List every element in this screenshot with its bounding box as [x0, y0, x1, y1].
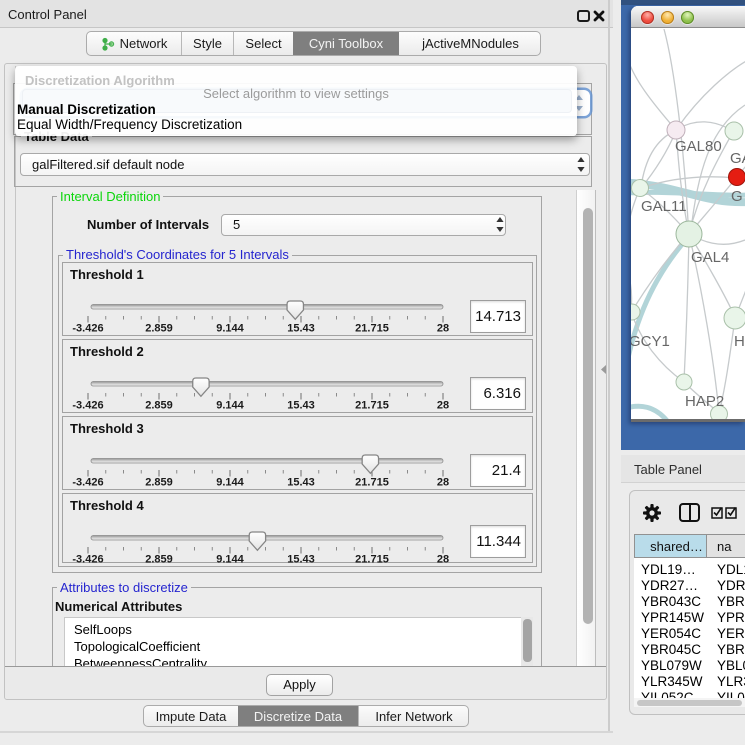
svg-text:2.859: 2.859: [145, 323, 173, 335]
svg-text:15.43: 15.43: [287, 400, 315, 412]
svg-text:-3.426: -3.426: [72, 477, 103, 489]
svg-text:28: 28: [437, 323, 449, 335]
svg-text:21.715: 21.715: [355, 323, 389, 335]
svg-text:9.144: 9.144: [216, 400, 244, 412]
svg-text:-3.426: -3.426: [72, 400, 103, 412]
svg-text:2.859: 2.859: [145, 400, 173, 412]
svg-text:9.144: 9.144: [216, 477, 244, 489]
svg-text:28: 28: [437, 554, 449, 566]
svg-text:-3.426: -3.426: [72, 554, 103, 566]
svg-text:28: 28: [437, 400, 449, 412]
svg-text:15.43: 15.43: [287, 554, 315, 566]
svg-text:9.144: 9.144: [216, 323, 244, 335]
svg-text:15.43: 15.43: [287, 323, 315, 335]
svg-text:28: 28: [437, 477, 449, 489]
svg-text:21.715: 21.715: [355, 477, 389, 489]
svg-text:2.859: 2.859: [145, 554, 173, 566]
svg-text:9.144: 9.144: [216, 554, 244, 566]
svg-text:-3.426: -3.426: [72, 323, 103, 335]
svg-text:21.715: 21.715: [355, 554, 389, 566]
svg-text:2.859: 2.859: [145, 477, 173, 489]
svg-text:21.715: 21.715: [355, 400, 389, 412]
svg-text:15.43: 15.43: [287, 477, 315, 489]
